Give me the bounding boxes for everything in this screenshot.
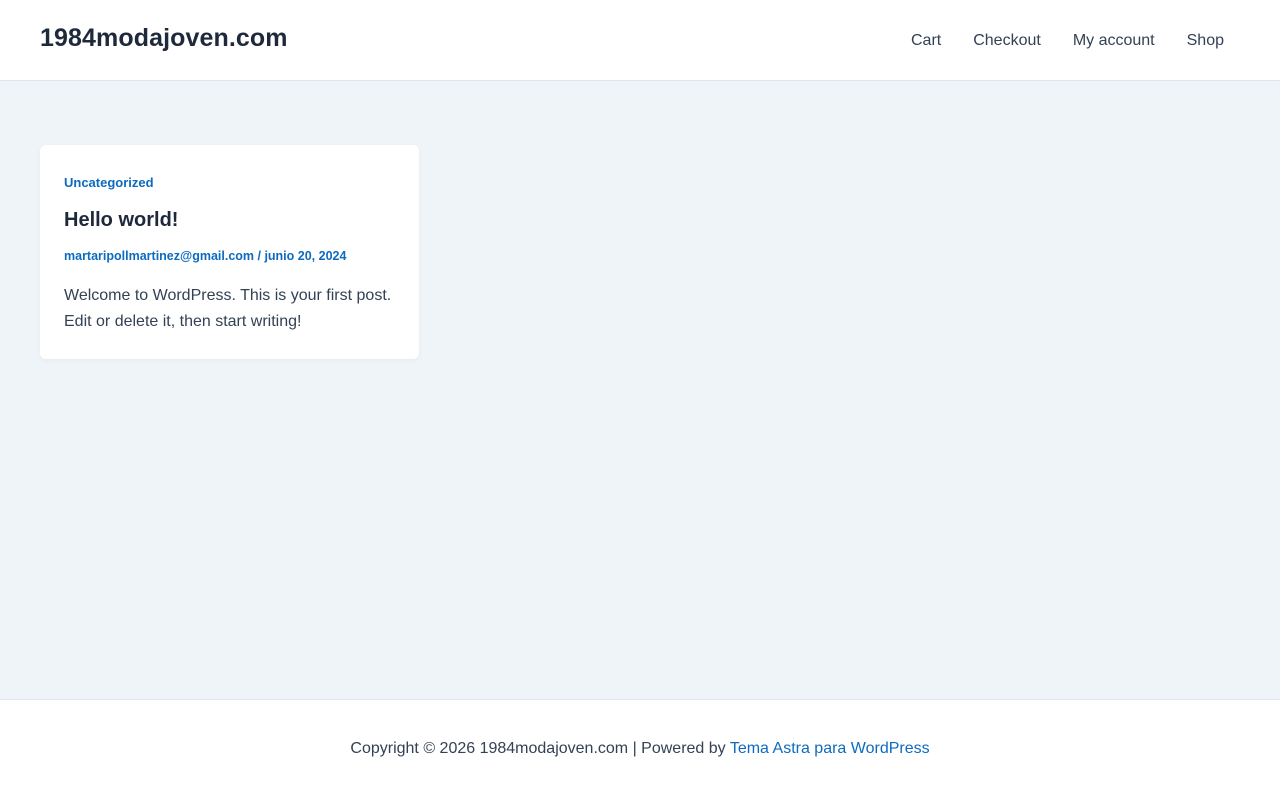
post-card: Uncategorized Hello world! martaripollma… [40, 145, 419, 359]
nav-item-shop[interactable]: Shop [1171, 32, 1240, 50]
theme-credit-link[interactable]: Tema Astra para WordPress [730, 740, 930, 757]
site-footer: Copyright © 2026 1984modajoven.com | Pow… [0, 699, 1280, 800]
site-title-link[interactable]: 1984modajoven.com [40, 24, 288, 53]
post-meta: martaripollmartinez@gmail.com / junio 20… [64, 249, 346, 263]
post-excerpt: Welcome to WordPress. This is your first… [64, 287, 392, 330]
copyright-text: Copyright © 2026 1984modajoven.com | Pow… [350, 740, 730, 757]
main-content: Uncategorized Hello world! martaripollma… [0, 81, 1280, 699]
post-meta-separator: / [254, 249, 265, 263]
post-category-link[interactable]: Uncategorized [64, 175, 154, 190]
primary-navigation: Cart Checkout My account Shop [895, 0, 1240, 81]
nav-item-my-account[interactable]: My account [1057, 32, 1171, 50]
footer-copyright: Copyright © 2026 1984modajoven.com | Pow… [0, 740, 1280, 758]
site-header: 1984modajoven.com Cart Checkout My accou… [0, 0, 1280, 81]
post-author-link[interactable]: martaripollmartinez@gmail.com [64, 249, 254, 263]
post-title[interactable]: Hello world! [64, 209, 178, 232]
post-date-link[interactable]: junio 20, 2024 [264, 249, 346, 263]
nav-item-checkout[interactable]: Checkout [957, 32, 1057, 50]
nav-item-cart[interactable]: Cart [895, 32, 957, 50]
